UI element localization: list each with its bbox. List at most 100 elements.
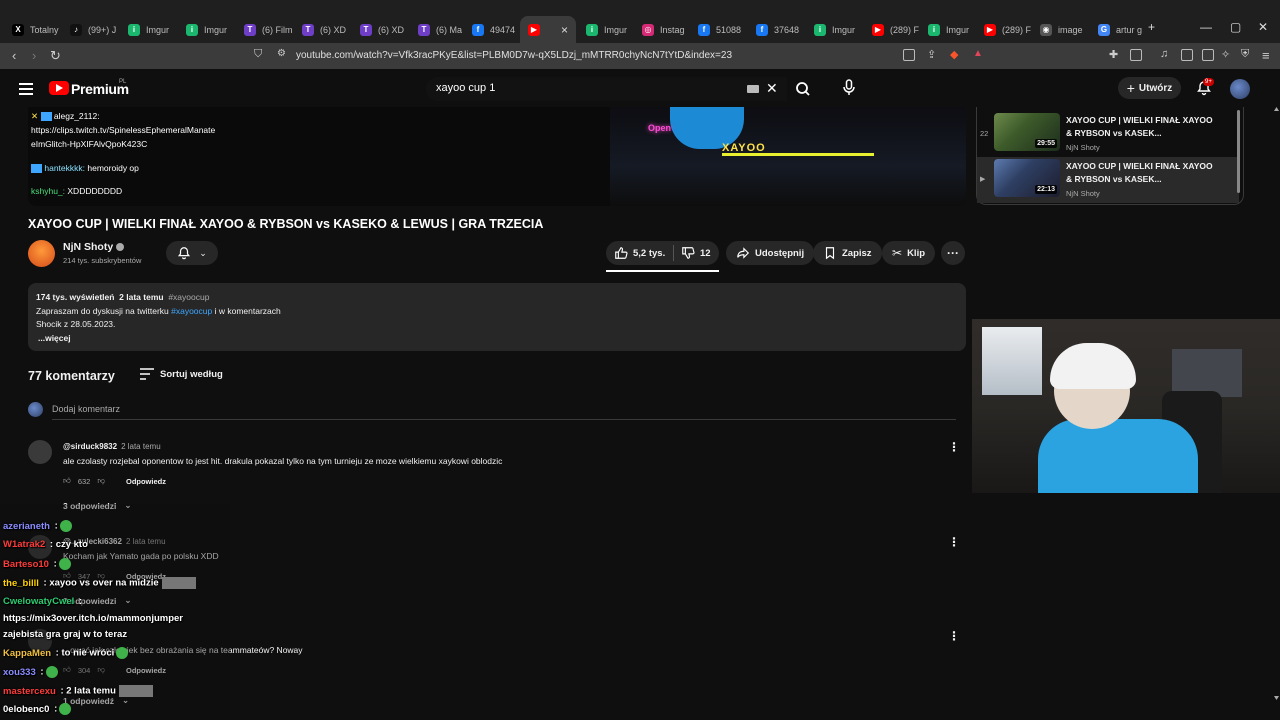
- save-button[interactable]: Zapisz: [813, 241, 882, 265]
- close-window-icon[interactable]: ✕: [1258, 20, 1268, 34]
- browser-tab[interactable]: T (6) XD: [294, 16, 350, 43]
- playlist-item-title[interactable]: XAYOO CUP | WIELKI FINAŁ XAYOO & RYBSON …: [1066, 114, 1216, 139]
- clip-label: Klip: [907, 247, 926, 259]
- browser-tab[interactable]: X Totalny: [4, 16, 60, 43]
- show-more-link[interactable]: ...więcej: [36, 332, 958, 346]
- minimize-icon[interactable]: —: [1200, 20, 1212, 34]
- tab-search-icon[interactable]: [1130, 49, 1142, 61]
- playlist-scrollbar[interactable]: [1237, 110, 1240, 193]
- comment-like-icon[interactable]: 👍︎: [63, 476, 71, 486]
- hamburger-menu-icon[interactable]: [19, 83, 33, 98]
- maximize-icon[interactable]: ▢: [1230, 20, 1241, 34]
- browser-tab[interactable]: Gartur g: [1090, 16, 1146, 43]
- url-field[interactable]: youtube.com/watch?v=Vfk3racPKyE&list=PLB…: [296, 50, 732, 61]
- video-player[interactable]: ✕ alegz_2112: https://clips.twitch.tv/Sp…: [28, 107, 966, 206]
- leo-icon[interactable]: ✧: [1221, 48, 1230, 61]
- share-button[interactable]: Udostępnij: [726, 241, 815, 265]
- browser-tab[interactable]: ▶ ×: [520, 16, 576, 43]
- playlist-item[interactable]: 22 29:55 XAYOO CUP | WIELKI FINAŁ XAYOO …: [977, 111, 1239, 157]
- reload-icon[interactable]: ↻: [50, 48, 61, 64]
- channel-name[interactable]: NjN Shoty: [63, 241, 125, 253]
- clip-button[interactable]: ✂ Klip: [882, 241, 936, 265]
- browser-tab[interactable]: i Imgur: [806, 16, 862, 43]
- chat-text: :: [76, 596, 83, 607]
- cast-icon[interactable]: [903, 49, 915, 61]
- channel-avatar[interactable]: [28, 240, 55, 267]
- playlist-item-current[interactable]: ▶ 22:13 XAYOO CUP | WIELKI FINAŁ XAYOO &…: [977, 157, 1239, 203]
- chat-text: XDDDDDDDD: [65, 186, 123, 196]
- browser-tab[interactable]: T (6) XD: [352, 16, 408, 43]
- search-button[interactable]: [787, 77, 820, 101]
- commenter-avatar[interactable]: [28, 440, 52, 464]
- browser-tab[interactable]: ▶ (289) F: [976, 16, 1032, 43]
- subscriber-count: 214 tys. subskrybentów: [63, 256, 142, 265]
- browser-tab[interactable]: ◎ Instag: [634, 16, 690, 43]
- browser-tab[interactable]: T (6) Film: [236, 16, 292, 43]
- rewards-icon[interactable]: ▲: [973, 48, 983, 59]
- tab-favicon-icon: X: [12, 23, 24, 36]
- comment-menu-icon[interactable]: ⋮: [948, 535, 960, 549]
- tab-label: Imgur: [832, 24, 856, 35]
- chat-text: :: [51, 703, 58, 715]
- comment-menu-icon[interactable]: ⋮: [948, 629, 960, 643]
- browser-tab[interactable]: i Imgur: [578, 16, 634, 43]
- youtube-logo-icon[interactable]: [49, 81, 69, 95]
- playlist-thumbnail[interactable]: 29:55: [994, 113, 1060, 151]
- comment-menu-icon[interactable]: ⋮: [948, 440, 960, 454]
- sidebar-icon[interactable]: [1181, 49, 1193, 61]
- voice-search-button[interactable]: [838, 76, 860, 98]
- extensions-icon[interactable]: ✚: [1109, 48, 1118, 61]
- media-icon[interactable]: ♫: [1160, 48, 1168, 60]
- video-description[interactable]: 174 tys. wyświetleń 2 lata temu #xayoocu…: [28, 283, 966, 351]
- playlist-thumbnail[interactable]: 22:13: [994, 159, 1060, 197]
- create-button[interactable]: + Utwórz: [1118, 77, 1181, 99]
- tab-favicon-icon: f: [698, 23, 710, 36]
- site-info-icon[interactable]: ⚙: [277, 48, 286, 59]
- thumbs-down-icon: [682, 247, 695, 259]
- new-tab-icon[interactable]: +: [1148, 20, 1155, 34]
- brave-shield-icon[interactable]: ◆: [950, 48, 958, 61]
- like-button[interactable]: 5,2 tys.: [614, 246, 665, 260]
- comment-author[interactable]: @sirduck9832 2 lata temu: [63, 442, 161, 451]
- tab-favicon-icon: i: [928, 23, 940, 36]
- browser-tab[interactable]: f 49474: [464, 16, 520, 43]
- search-input[interactable]: [436, 82, 736, 94]
- subscription-bell-button[interactable]: ⌄: [166, 241, 218, 265]
- vpn-icon[interactable]: ⛨: [1241, 48, 1249, 61]
- description-text: i w komentarzach: [212, 305, 281, 316]
- share-icon: [737, 247, 750, 259]
- background-window: [982, 327, 1042, 395]
- dislike-button[interactable]: 12: [681, 246, 711, 260]
- browser-tab[interactable]: f 37648: [748, 16, 804, 43]
- tab-favicon-icon: f: [472, 23, 484, 36]
- search-box[interactable]: ✕: [426, 77, 787, 101]
- close-tab-icon[interactable]: ×: [561, 23, 568, 37]
- hashtag-link[interactable]: #xayoocup: [171, 306, 212, 316]
- share-page-icon[interactable]: ⇪: [927, 48, 936, 61]
- verified-icon: [116, 243, 125, 252]
- more-actions-button[interactable]: ···: [941, 241, 965, 265]
- browser-tab[interactable]: ♪ (99+) J: [62, 16, 118, 43]
- hashtag[interactable]: #xayoocup: [168, 292, 209, 302]
- page-scrollbar[interactable]: [1273, 107, 1280, 720]
- back-icon[interactable]: ‹: [12, 48, 16, 63]
- playlist-item-title[interactable]: XAYOO CUP | WIELKI FINAŁ XAYOO & RYBSON …: [1066, 160, 1216, 185]
- browser-tab[interactable]: f 51088: [690, 16, 746, 43]
- account-avatar[interactable]: [1230, 79, 1250, 99]
- browser-tab[interactable]: i Imgur: [120, 16, 176, 43]
- reply-button[interactable]: Odpowiedz: [126, 477, 166, 486]
- forward-icon[interactable]: ›: [32, 48, 36, 63]
- browser-tab[interactable]: T (6) Ma: [410, 16, 466, 43]
- browser-tab[interactable]: i Imgur: [178, 16, 234, 43]
- sort-comments-button[interactable]: Sortuj według: [140, 368, 223, 380]
- wallet-icon[interactable]: [1202, 49, 1214, 61]
- keyboard-icon[interactable]: [747, 85, 759, 93]
- clear-search-icon[interactable]: ✕: [766, 80, 778, 97]
- browser-tab[interactable]: i Imgur: [920, 16, 976, 43]
- browser-tab[interactable]: ◉ image: [1032, 16, 1088, 43]
- menu-icon[interactable]: ≡: [1262, 48, 1270, 63]
- comment-dislike-icon[interactable]: 👎︎: [97, 476, 105, 486]
- browser-tab[interactable]: ▶ (289) F: [864, 16, 920, 43]
- add-comment-input[interactable]: Dodaj komentarz: [52, 404, 120, 414]
- bookmark-icon[interactable]: ⛉: [254, 48, 262, 61]
